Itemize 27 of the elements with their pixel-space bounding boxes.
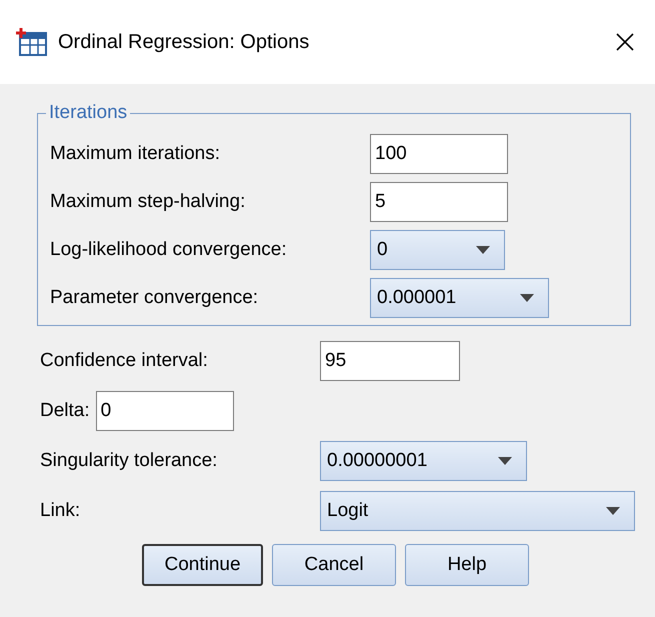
dropdown[interactable]: 0.000001: [370, 278, 549, 318]
field-label: Maximum step-halving:: [50, 191, 246, 213]
dropdown[interactable]: 0.00000001: [320, 441, 527, 481]
dialog-button[interactable]: Cancel: [272, 544, 396, 586]
input-field[interactable]: 0: [96, 391, 234, 431]
input-field[interactable]: 95: [320, 341, 460, 381]
field-label: Parameter convergence:: [50, 287, 260, 309]
field-label: Singularity tolerance:: [40, 450, 218, 472]
input-field[interactable]: 5: [370, 182, 508, 222]
field-label: Log-likelihood convergence:: [50, 239, 288, 261]
caret-icon: [520, 294, 534, 302]
table-icon: [14, 27, 48, 57]
field-label: Link:: [40, 500, 82, 522]
caret-icon: [606, 507, 620, 515]
dropdown[interactable]: Logit: [320, 491, 635, 531]
dropdown[interactable]: 0: [370, 230, 505, 270]
field-label: Confidence interval:: [40, 350, 209, 372]
caret-icon: [498, 457, 512, 465]
close-icon[interactable]: [615, 32, 635, 52]
field-label: Delta:: [40, 400, 90, 422]
field-label: Maximum iterations:: [50, 143, 221, 165]
dialog-button[interactable]: Help: [405, 544, 529, 586]
input-field[interactable]: 100: [370, 134, 508, 174]
caret-icon: [476, 246, 490, 254]
window-title: Ordinal Regression: Options: [58, 30, 310, 54]
group-title: Iterations: [48, 102, 128, 124]
dialog-button[interactable]: Continue: [142, 544, 263, 586]
